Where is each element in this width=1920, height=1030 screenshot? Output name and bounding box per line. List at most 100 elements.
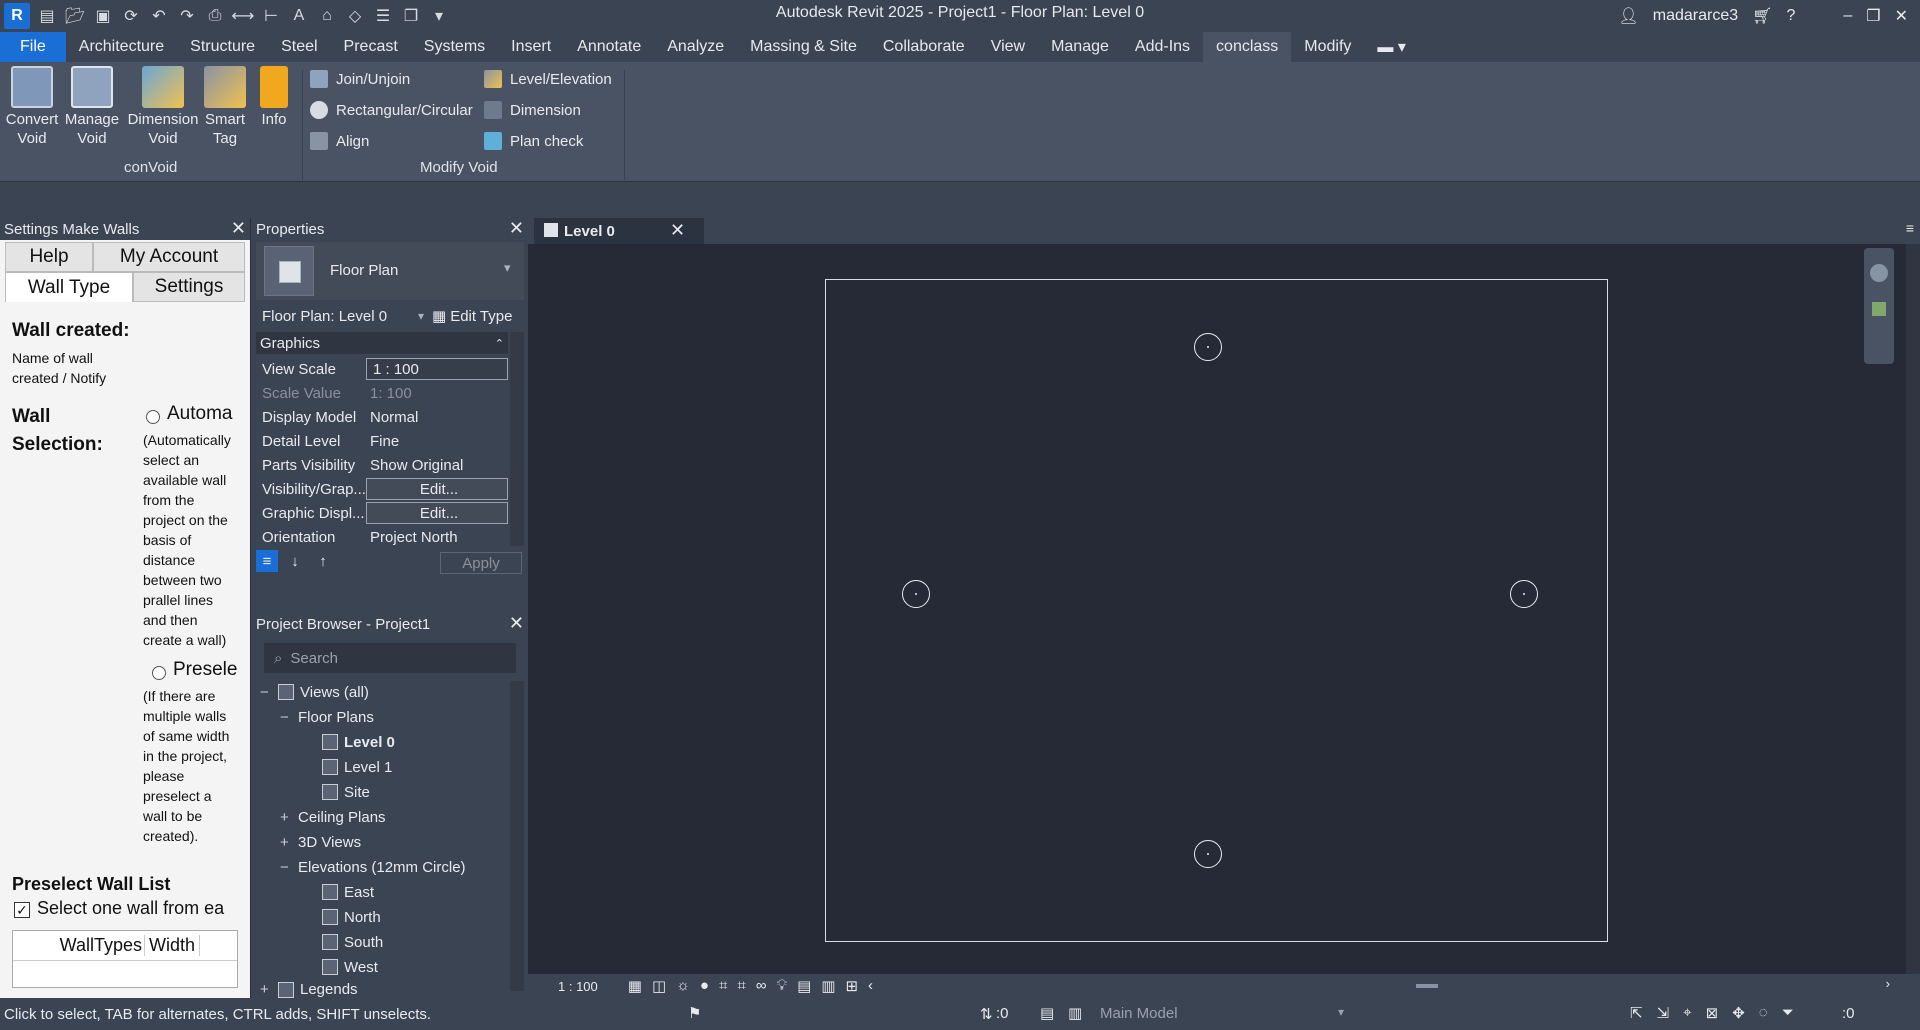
close-window-icon[interactable]: ✕	[1895, 6, 1908, 26]
prop-value[interactable]: Normal	[366, 409, 508, 426]
tree-site[interactable]: Site	[322, 781, 370, 803]
tab-insert[interactable]: Insert	[498, 32, 564, 62]
graphics-group-header[interactable]: Graphics ⌃	[256, 332, 508, 354]
switch-windows-icon[interactable]: ❐	[400, 5, 422, 27]
tab-massing-site[interactable]: Massing & Site	[737, 32, 870, 62]
align-button[interactable]: Align	[310, 132, 369, 150]
join-unjoin-button[interactable]: Join/Unjoin	[310, 70, 410, 88]
vertical-scrollbar[interactable]	[1906, 244, 1920, 974]
filter-icon[interactable]: ⏷	[1782, 1004, 1794, 1022]
visual-style-icon[interactable]: ◫	[652, 977, 666, 995]
select-links-icon[interactable]: ⇱	[1630, 1004, 1643, 1022]
manage-void-button[interactable]: Manage Void	[64, 66, 120, 148]
prop-value[interactable]: Fine	[366, 433, 508, 450]
tab-wall-type[interactable]: Wall Type	[5, 272, 133, 302]
tree-level-0[interactable]: Level 0	[322, 731, 395, 753]
select-pinned-icon[interactable]: ⌖	[1683, 1004, 1691, 1022]
tree-3d-views[interactable]: +3D Views	[280, 831, 361, 853]
level-elevation-button[interactable]: Level/Elevation	[484, 70, 612, 88]
radio-preselect[interactable]	[152, 666, 166, 680]
type-selector[interactable]: Floor Plan ▾	[256, 242, 524, 300]
wall-types-table[interactable]: WallTypes Width	[12, 930, 238, 988]
tab-analyze[interactable]: Analyze	[654, 32, 737, 62]
tab-systems[interactable]: Systems	[411, 32, 498, 62]
visibility-edit-button[interactable]: Edit...	[366, 478, 508, 500]
properties-scrollbar[interactable]	[510, 332, 524, 546]
browser-search[interactable]: ⌕ Search	[264, 643, 516, 673]
temporary-view-properties-icon[interactable]: ▥	[821, 977, 835, 995]
radio-automatic-label[interactable]: Automa	[167, 404, 232, 424]
browser-scrollbar[interactable]	[510, 681, 524, 991]
reveal-hidden-icon[interactable]: ▤	[797, 977, 811, 995]
print-icon[interactable]: ⎙	[204, 5, 226, 27]
elevation-marker-south[interactable]	[1194, 840, 1222, 868]
view-scale-control[interactable]: 1 : 100	[558, 979, 598, 994]
customize-qat-icon[interactable]: ▾	[428, 5, 450, 27]
redo-icon[interactable]: ↷	[176, 5, 198, 27]
lock-3d-icon[interactable]: ∞	[756, 977, 767, 995]
tree-elevations[interactable]: − Elevations (12mm Circle)	[280, 856, 466, 878]
text-icon[interactable]: A	[288, 5, 310, 27]
tree-south[interactable]: South	[322, 931, 383, 953]
select-by-face-icon[interactable]: ⊠	[1706, 1004, 1719, 1022]
tab-precast[interactable]: Precast	[331, 32, 411, 62]
tab-modify[interactable]: Modify	[1291, 32, 1364, 62]
temporary-hide-icon[interactable]: 💡︎	[777, 977, 788, 995]
rectangular-circular-button[interactable]: Rectangular/Circular	[310, 101, 473, 119]
shadows-icon[interactable]: ●	[700, 977, 709, 995]
tab-file[interactable]: File	[0, 32, 66, 62]
horizontal-scrollbar-thumb[interactable]	[1416, 984, 1438, 988]
background-process-icon[interactable]: ◌	[1759, 1004, 1768, 1022]
tab-conclass[interactable]: conclass	[1203, 32, 1292, 62]
drawing-area[interactable]	[528, 244, 1920, 974]
tree-north[interactable]: North	[322, 906, 381, 928]
scroll-left-icon[interactable]: ‹	[868, 977, 873, 995]
plan-check-button[interactable]: Plan check	[484, 132, 583, 150]
tree-views-all[interactable]: − Views (all)	[260, 681, 369, 703]
close-icon[interactable]: ✕	[670, 220, 685, 241]
cart-icon[interactable]: 🛒︎	[1752, 6, 1772, 26]
tab-add-ins[interactable]: Add-Ins	[1122, 32, 1203, 62]
home-icon[interactable]: ▤	[36, 5, 58, 27]
scroll-right-icon[interactable]: ›	[1886, 976, 1890, 991]
revit-logo-icon[interactable]: R	[4, 3, 30, 29]
tab-manage[interactable]: Manage	[1038, 32, 1122, 62]
sort-descending-icon[interactable]: ↑	[312, 550, 334, 572]
3d-view-icon[interactable]: ⌂	[316, 5, 338, 27]
tab-steel[interactable]: Steel	[268, 32, 330, 62]
tab-annotate[interactable]: Annotate	[564, 32, 654, 62]
tree-ceiling-plans[interactable]: + Ceiling Plans	[280, 806, 386, 828]
design-option-set-icon[interactable]: ▥	[1068, 1004, 1082, 1022]
tree-floor-plans[interactable]: − Floor Plans	[280, 706, 374, 728]
worksharing-display-icon[interactable]: ⊞	[845, 977, 858, 995]
thin-lines-icon[interactable]: ☰	[372, 5, 394, 27]
select-underlay-icon[interactable]: ⇲	[1657, 1004, 1670, 1022]
preselect-checkbox-label[interactable]: Select one wall from ea	[37, 898, 243, 918]
tree-west[interactable]: West	[322, 956, 378, 978]
radio-automatic[interactable]	[146, 410, 160, 424]
help-icon[interactable]: ?	[1786, 7, 1795, 25]
open-icon[interactable]: 📂︎	[64, 5, 86, 27]
editing-requests-icon[interactable]: ⇅	[980, 1005, 993, 1023]
measure-icon[interactable]: ⟷	[232, 5, 255, 27]
preselect-checkbox[interactable]: ✓	[14, 902, 30, 918]
categorized-sort-icon[interactable]: ≡	[256, 550, 278, 572]
undo-icon[interactable]: ↶	[148, 5, 170, 27]
convert-void-button[interactable]: Convert Void	[6, 66, 58, 148]
apply-button[interactable]: Apply	[440, 552, 522, 574]
tree-east[interactable]: East	[322, 881, 374, 903]
info-button[interactable]: Info	[252, 66, 296, 129]
tree-legends[interactable]: + Legends	[260, 981, 358, 998]
aligned-dimension-icon[interactable]: ⊢	[260, 5, 282, 27]
tab-collaborate[interactable]: Collaborate	[870, 32, 978, 62]
workset-icon[interactable]: ⚑	[688, 1004, 701, 1022]
drag-elements-icon[interactable]: ✥	[1732, 1004, 1745, 1022]
column-header-walltypes[interactable]: WallTypes	[13, 935, 145, 956]
column-header-width[interactable]: Width	[145, 935, 201, 956]
steering-wheel-icon[interactable]	[1870, 264, 1888, 282]
graphic-display-edit-button[interactable]: Edit...	[366, 502, 508, 524]
dimension-button[interactable]: Dimension	[484, 101, 581, 119]
crop-view-icon[interactable]: ⌗	[719, 977, 727, 995]
tab-structure[interactable]: Structure	[177, 32, 268, 62]
radio-preselect-label[interactable]: Presele	[173, 660, 237, 680]
